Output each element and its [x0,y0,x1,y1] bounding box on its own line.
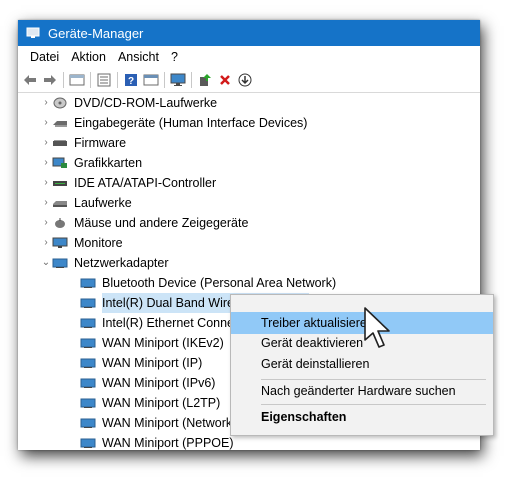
network-adapter-icon [80,338,96,348]
tree-item-wan-ipv6[interactable]: WAN Miniport (IPv6) [80,373,215,393]
tree-label: Firmware [74,136,127,150]
tree-label: Monitore [74,236,123,250]
toolbar-separator [164,72,165,88]
menu-item-update-driver[interactable]: Treiber aktualisieren [231,312,493,334]
tree-label: Bluetooth Device (Personal Area Network) [102,276,337,290]
tree-label: Netzwerkadapter [74,256,169,270]
tree-label: Grafikkarten [74,156,143,170]
tree-category-mice[interactable]: › Mäuse und andere Zeigegeräte [40,213,248,233]
tree-label: WAN Miniport (IKEv2) [102,336,224,350]
menu-separator [261,404,486,405]
window-title: Geräte-Manager [48,25,144,41]
mouse-pointer-icon [364,307,390,348]
network-adapter-icon [80,398,96,408]
disk-drive-icon [53,201,67,207]
network-adapter-icon [80,418,96,428]
dvd-drive-icon [53,97,67,109]
chevron-right-icon[interactable]: › [40,113,52,133]
network-adapter-icon [80,278,96,288]
title-bar: Geräte-Manager [18,20,480,46]
menu-bar: Datei Aktion Ansicht ? [18,46,480,68]
menu-ansicht[interactable]: Ansicht [112,50,165,64]
chevron-right-icon[interactable]: › [40,233,52,253]
tree-category-hid[interactable]: › Eingabegeräte (Human Interface Devices… [40,113,307,133]
chevron-right-icon[interactable]: › [40,133,52,153]
tree-label: IDE ATA/ATAPI-Controller [74,176,217,190]
tree-category-dvd[interactable]: › DVD/CD-ROM-Laufwerke [40,93,217,113]
menu-help[interactable]: ? [165,50,184,64]
monitor-device-icon [52,237,68,248]
input-device-icon [53,121,67,127]
graphics-card-icon [52,157,67,168]
chevron-right-icon[interactable]: › [40,193,52,213]
chevron-down-icon[interactable]: ⌄ [40,253,52,273]
chevron-right-icon[interactable]: › [40,153,52,173]
mouse-icon [55,218,65,228]
tree-label: WAN Miniport (PPPOE) [102,436,234,450]
menu-item-properties[interactable]: Eigenschaften [231,406,493,428]
tree-label: DVD/CD-ROM-Laufwerke [74,96,218,110]
network-adapter-icon [52,258,68,268]
menu-aktion[interactable]: Aktion [65,50,112,64]
device-manager-app-icon [26,27,40,38]
download-icon[interactable] [235,70,255,90]
toolbar: ? [18,68,480,93]
tree-category-graphics[interactable]: › Grafikkarten [40,153,142,173]
chevron-right-icon[interactable]: › [40,93,52,113]
tree-item-wan-pppoe[interactable]: WAN Miniport (PPPOE) [80,433,234,450]
toolbar-separator [117,72,118,88]
context-menu: Treiber aktualisieren Gerät deaktivieren… [230,294,494,436]
toolbar-separator [63,72,64,88]
help-icon[interactable]: ? [121,70,141,90]
network-adapter-icon [80,318,96,328]
tree-item-wan-ip[interactable]: WAN Miniport (IP) [80,353,202,373]
tree-item-wan-l2tp[interactable]: WAN Miniport (L2TP) [80,393,220,413]
tree-category-ide[interactable]: › IDE ATA/ATAPI-Controller [40,173,216,193]
menu-item-disable-device[interactable]: Gerät deaktivieren [231,332,493,354]
tree-category-drives[interactable]: › Laufwerke [40,193,132,213]
network-adapter-icon [80,438,96,448]
menu-item-uninstall-device[interactable]: Gerät deinstallieren [231,353,493,375]
back-icon[interactable] [20,70,40,90]
forward-icon[interactable] [40,70,60,90]
add-driver-icon[interactable] [195,70,215,90]
tree-item-wan-ikev2[interactable]: WAN Miniport (IKEv2) [80,333,224,353]
network-adapter-icon [80,378,96,388]
tree-category-firmware[interactable]: › Firmware [40,133,126,153]
network-adapter-icon [80,298,96,308]
toolbar-separator [90,72,91,88]
properties-icon[interactable] [67,70,87,90]
firmware-icon [53,140,67,146]
network-adapter-icon [80,358,96,368]
tree-category-monitors[interactable]: › Monitore [40,233,123,253]
toolbar-separator [191,72,192,88]
tree-label: Laufwerke [74,196,132,210]
tree-label: WAN Miniport (IPv6) [102,376,216,390]
tree-label: Eingabegeräte (Human Interface Devices) [74,116,308,130]
ide-controller-icon [53,181,67,186]
menu-item-scan-hardware[interactable]: Nach geänderter Hardware suchen [231,380,493,402]
monitor-icon[interactable] [168,70,188,90]
chevron-right-icon[interactable]: › [40,213,52,233]
tree-label: WAN Miniport (IP) [102,356,203,370]
tree-label: Mäuse und andere Zeigegeräte [74,216,249,230]
svg-text:?: ? [128,76,134,87]
menu-datei[interactable]: Datei [24,50,65,64]
tree-label: WAN Miniport (L2TP) [102,396,221,410]
view-icon[interactable] [141,70,161,90]
chevron-right-icon[interactable]: › [40,173,52,193]
list-icon[interactable] [94,70,114,90]
tree-category-network[interactable]: ⌄ Netzwerkadapter [40,253,169,273]
remove-icon[interactable] [215,70,235,90]
tree-item-bluetooth[interactable]: Bluetooth Device (Personal Area Network) [80,273,336,293]
